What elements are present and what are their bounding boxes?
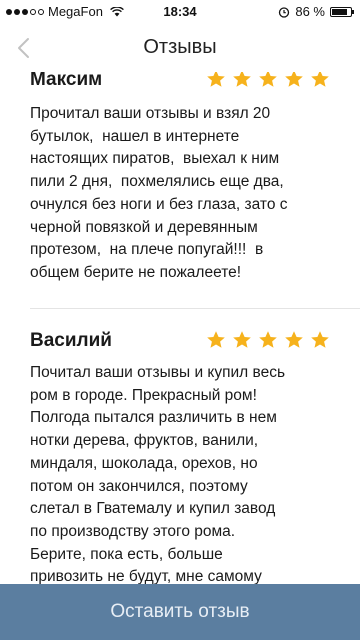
alarm-icon: [279, 6, 290, 18]
review-item: Максим Прочитал ваши отзывы и взял 20 бут…: [0, 72, 360, 285]
page-title: Отзывы: [143, 36, 217, 58]
status-bar-right: 86 %: [278, 4, 354, 19]
review-text-line: нотки дерева, фруктов, ванили,: [30, 432, 259, 450]
rating-stars: [206, 330, 330, 350]
review-text-line: миндаля, шоколада, орехов, но: [30, 454, 258, 472]
navigation-bar: Отзывы: [0, 24, 360, 72]
review-text-line: бутылок, нашел в интернете: [30, 127, 240, 145]
review-text: Прочитал ваши отзывы и взял 20 бутылок, н…: [30, 103, 330, 285]
review-text-line: настоящих пиратов, выехал к ним: [30, 150, 280, 168]
star-icon: [311, 72, 329, 87]
review-text-line: очнулся без ноги и без глаза, зато с: [30, 195, 288, 213]
review-text-line: пили 2 дня, похмелялись еще два,: [30, 173, 284, 191]
star-icon: [207, 72, 225, 87]
star-icon: [259, 72, 277, 87]
review-text-line: по производству этого рома.: [30, 522, 236, 540]
star-icon: [207, 331, 225, 348]
star-icon: [285, 72, 303, 87]
review-text-line: ром в городе. Прекрасный ром!: [30, 386, 257, 404]
star-icon: [233, 331, 251, 348]
battery-percent: 86 %: [295, 4, 325, 19]
star-icon: [259, 331, 277, 348]
star-icon: [233, 72, 251, 87]
rating-stars: [206, 72, 330, 89]
review-text-line: Полгода пытался различить в нем: [30, 409, 277, 427]
star-icon: [285, 331, 303, 348]
star-icon: [311, 331, 329, 348]
status-bar: MegaFon 18:34 86 %: [0, 0, 360, 24]
review-text-line: привозить не будут, мне самому: [30, 568, 262, 584]
review-text-line: Почитал ваши отзывы и купил весь: [30, 364, 286, 381]
review-text-line: Прочитал ваши отзывы и взял 20: [30, 105, 271, 122]
battery-icon: [330, 6, 354, 17]
review-text-line: черной повязкой и деревянным: [30, 218, 258, 236]
review-divider: [30, 308, 360, 309]
review-text-line: протезом, на плече попугай!!! в: [30, 241, 264, 259]
review-text-line: Берите, пока есть, больше: [30, 545, 223, 563]
review-text-line: слетал в Гватемалу и купил завод: [30, 500, 276, 518]
reviews-list[interactable]: Максим Прочитал ваши отзывы и взял 20 бут…: [0, 72, 360, 584]
review-text-line: потом он закончился, поэтому: [30, 477, 248, 495]
review-text: Почитал ваши отзывы и купил весь ром в го…: [30, 362, 330, 584]
review-item: Василий Почитал ваши отзывы и купил весь…: [0, 330, 360, 584]
review-text-line: общем берите не пожалеете!: [30, 263, 242, 281]
leave-review-button[interactable]: Оставить отзыв: [0, 584, 360, 640]
